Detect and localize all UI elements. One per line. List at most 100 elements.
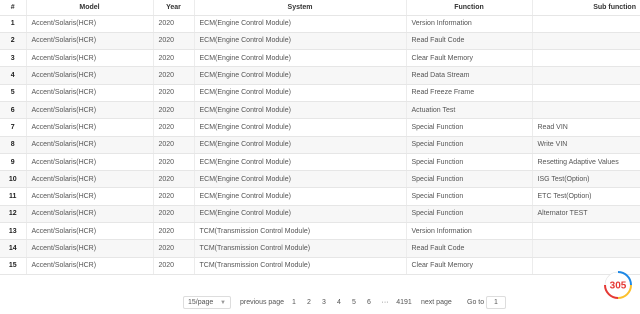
cell-system: ECM(Engine Control Module): [194, 205, 407, 224]
goto-page-input[interactable]: 1: [486, 296, 506, 309]
cell-sub-function: ISG Test(Option): [532, 170, 640, 189]
cell-function: Read Freeze Frame: [406, 84, 533, 102]
cell-function: Version Information: [406, 15, 533, 33]
cell-sub-function: Read VIN: [532, 118, 640, 137]
table-row: 4 Accent/Solaris(HCR) 2020 ECM(Engine Contr…: [0, 66, 640, 85]
brand-logo-icon: 305: [604, 271, 632, 299]
table-row: 11 Accent/Solaris(HCR) 2020 ECM(Engine Cont…: [0, 187, 640, 206]
page-size-value: 15/page: [188, 299, 214, 306]
page-5-button[interactable]: 5: [348, 296, 360, 310]
cell-function: Special Function: [406, 118, 533, 137]
cell-sub-function: Alternator TEST: [532, 205, 640, 224]
cell-system: TCM(Transmission Control Module): [194, 239, 407, 258]
row-index: 3: [0, 49, 27, 68]
cell-function: Special Function: [406, 170, 533, 189]
cell-year: 2020: [153, 32, 195, 51]
cell-model: Accent/Solaris(HCR): [26, 222, 154, 241]
cell-system: ECM(Engine Control Module): [194, 118, 407, 137]
cell-sub-function: [532, 32, 640, 51]
cell-year: 2020: [153, 101, 195, 120]
table-row: 8 Accent/Solaris(HCR) 2020 ECM(Engine Contr…: [0, 136, 640, 154]
cell-year: 2020: [153, 257, 195, 275]
cell-model: Accent/Solaris(HCR): [26, 170, 154, 189]
previous-page-button[interactable]: previous page: [240, 296, 284, 310]
cell-year: 2020: [153, 153, 195, 172]
cell-system: TCM(Transmission Control Module): [194, 257, 407, 275]
cell-year: 2020: [153, 222, 195, 241]
table-row: 10 Accent/Solaris(HCR) 2020 ECM(Engine Cont…: [0, 170, 640, 189]
cell-model: Accent/Solaris(HCR): [26, 49, 154, 68]
table-row: 5 Accent/Solaris(HCR) 2020 ECM(Engine Contr…: [0, 84, 640, 102]
col-header-index: #: [0, 0, 27, 16]
col-header-model: Model: [26, 0, 154, 16]
row-index: 13: [0, 222, 27, 241]
cell-function: Actuation Test: [406, 101, 533, 120]
cell-system: ECM(Engine Control Module): [194, 66, 407, 85]
logo-text: 305: [610, 281, 627, 292]
table-header-row: # Model Year System Function Sub functio…: [0, 0, 640, 16]
cell-year: 2020: [153, 84, 195, 102]
cell-system: ECM(Engine Control Module): [194, 187, 407, 206]
cell-sub-function: Resetting Adaptive Values: [532, 153, 640, 172]
table-row: 2 Accent/Solaris(HCR) 2020 ECM(Engine Contr…: [0, 32, 640, 51]
table-row: 14 Accent/Solaris(HCR) 2020 TCM(Transmissio…: [0, 239, 640, 258]
page-1-button[interactable]: 1: [288, 296, 300, 310]
table-row: 1 Accent/Solaris(HCR) 2020 ECM(Engine Contr…: [0, 15, 640, 33]
cell-system: ECM(Engine Control Module): [194, 101, 407, 120]
cell-system: ECM(Engine Control Module): [194, 136, 407, 154]
page-6-button[interactable]: 6: [363, 296, 375, 310]
page-size-select[interactable]: 15/page ▼: [183, 296, 231, 309]
cell-sub-function: [532, 84, 640, 102]
next-page-button[interactable]: next page: [421, 296, 452, 310]
table-row: 6 Accent/Solaris(HCR) 2020 ECM(Engine Contr…: [0, 101, 640, 120]
cell-model: Accent/Solaris(HCR): [26, 187, 154, 206]
cell-sub-function: ETC Test(Option): [532, 187, 640, 206]
cell-model: Accent/Solaris(HCR): [26, 239, 154, 258]
row-index: 9: [0, 153, 27, 172]
row-index: 15: [0, 257, 27, 275]
page-4-button[interactable]: 4: [333, 296, 345, 310]
page-last-button[interactable]: 4191: [394, 296, 414, 310]
col-header-function: Function: [406, 0, 533, 16]
row-index: 5: [0, 84, 27, 102]
cell-sub-function: [532, 49, 640, 68]
page-2-button[interactable]: 2: [303, 296, 315, 310]
cell-system: ECM(Engine Control Module): [194, 153, 407, 172]
table-row: 15 Accent/Solaris(HCR) 2020 TCM(Transmissio…: [0, 257, 640, 275]
page-ellipsis[interactable]: ···: [379, 296, 391, 310]
function-list-table: # Model Year System Function Sub functio…: [0, 0, 640, 275]
row-index: 14: [0, 239, 27, 258]
cell-system: ECM(Engine Control Module): [194, 84, 407, 102]
cell-year: 2020: [153, 15, 195, 33]
cell-sub-function: [532, 66, 640, 85]
cell-year: 2020: [153, 187, 195, 206]
cell-sub-function: Write VIN: [532, 136, 640, 154]
table-row: 9 Accent/Solaris(HCR) 2020 ECM(Engine Contr…: [0, 153, 640, 172]
cell-year: 2020: [153, 205, 195, 224]
page-3-button[interactable]: 3: [318, 296, 330, 310]
cell-model: Accent/Solaris(HCR): [26, 205, 154, 224]
chevron-down-icon: ▼: [220, 300, 226, 306]
cell-year: 2020: [153, 49, 195, 68]
row-index: 2: [0, 32, 27, 51]
cell-model: Accent/Solaris(HCR): [26, 136, 154, 154]
cell-model: Accent/Solaris(HCR): [26, 101, 154, 120]
cell-model: Accent/Solaris(HCR): [26, 84, 154, 102]
cell-function: Read Data Stream: [406, 66, 533, 85]
cell-function: Version Information: [406, 222, 533, 241]
row-index: 7: [0, 118, 27, 137]
cell-year: 2020: [153, 136, 195, 154]
table-row: 13 Accent/Solaris(HCR) 2020 TCM(Transmissio…: [0, 222, 640, 241]
cell-sub-function: [532, 15, 640, 33]
col-header-sub-function: Sub function: [532, 0, 640, 16]
row-index: 6: [0, 101, 27, 120]
cell-model: Accent/Solaris(HCR): [26, 32, 154, 51]
cell-year: 2020: [153, 239, 195, 258]
row-index: 10: [0, 170, 27, 189]
cell-function: Read Fault Code: [406, 239, 533, 258]
cell-model: Accent/Solaris(HCR): [26, 66, 154, 85]
cell-model: Accent/Solaris(HCR): [26, 257, 154, 275]
row-index: 11: [0, 187, 27, 206]
row-index: 1: [0, 15, 27, 33]
cell-function: Clear Fault Memory: [406, 257, 533, 275]
